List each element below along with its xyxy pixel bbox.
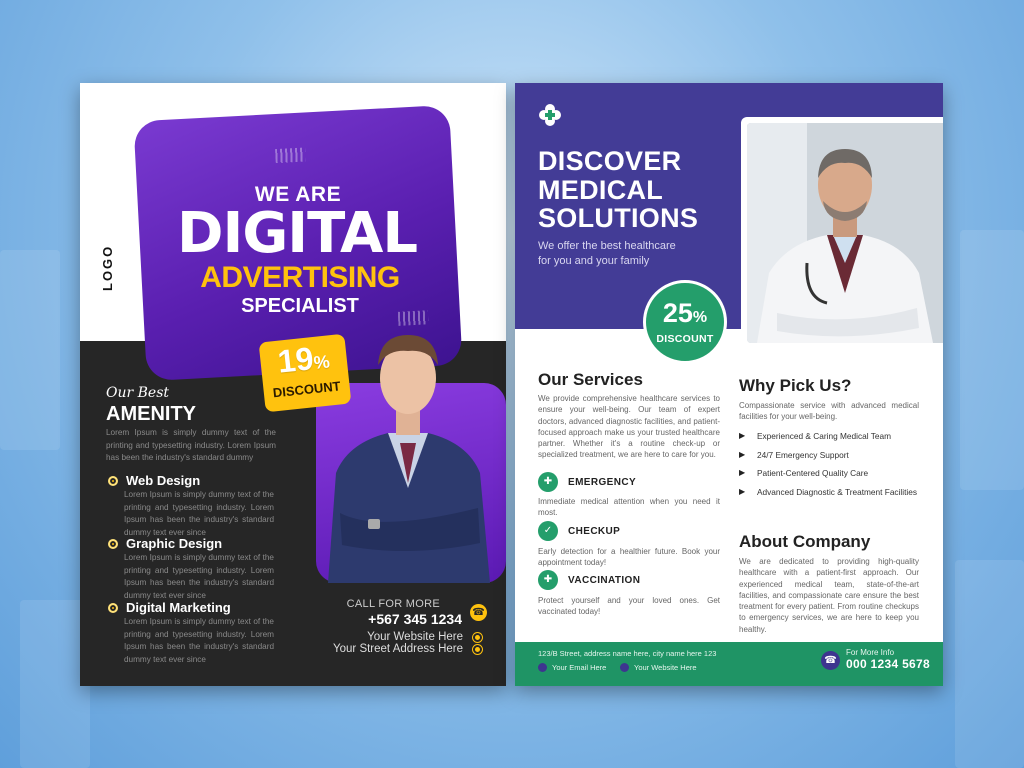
email-icon	[538, 663, 547, 672]
service-text: Lorem Ipsum is simply dummy text of the …	[124, 490, 274, 537]
service-label: CHECKUP	[568, 526, 621, 537]
service-digital-marketing: Digital Marketing	[108, 600, 231, 615]
section-title: AMENITY	[106, 403, 196, 425]
why-item: Advanced Diagnostic & Treatment Faciliti…	[739, 487, 925, 498]
email-text: Your Email Here	[538, 663, 606, 672]
service-text: Lorem Ipsum is simply dummy text of the …	[124, 553, 274, 600]
medical-subtitle: We offer the best healthcare for you and…	[538, 240, 676, 267]
service-text: Protect yourself and your loved ones. Ge…	[538, 596, 720, 617]
businessman-photo	[328, 335, 490, 583]
why-list: Experienced & Caring Medical Team 24/7 E…	[739, 431, 925, 503]
service-text: Early detection for a healthier future. …	[538, 547, 720, 568]
more-info-label: For More Info	[846, 648, 895, 657]
phone-number: 000 1234 5678	[846, 657, 930, 671]
bullet-icon	[108, 603, 118, 613]
why-item: 24/7 Emergency Support	[739, 450, 925, 461]
why-text: Compassionate service with advanced medi…	[739, 401, 919, 422]
doctor-photo	[747, 123, 943, 343]
medical-headline: DISCOVER MEDICAL SOLUTIONS	[538, 146, 699, 233]
section-script: Our Best	[106, 385, 170, 401]
address-bullet-icon	[473, 645, 482, 654]
service-graphic-design: Graphic Design	[108, 536, 222, 551]
discount-badge: 19% DISCOUNT	[258, 333, 352, 413]
discount-badge: 25% DISCOUNT	[643, 280, 727, 364]
globe-icon	[620, 663, 629, 672]
service-web-design: Web Design	[108, 473, 200, 488]
about-text: We are dedicated to providing high-quali…	[739, 557, 919, 634]
service-label: EMERGENCY	[568, 477, 637, 488]
phone-number: +567 345 1234	[368, 611, 462, 627]
syringe-icon: ✚	[538, 570, 558, 590]
services-title: Our Services	[538, 370, 643, 389]
bullet-icon	[108, 539, 118, 549]
why-item: Patient-Centered Quality Care	[739, 468, 925, 479]
section-text: Lorem Ipsum is simply dummy text of the …	[106, 428, 276, 462]
medical-cross-icon	[539, 104, 561, 126]
why-item: Experienced & Caring Medical Team	[739, 431, 925, 442]
phone-icon: ☎	[470, 604, 487, 621]
website-text: Your Website Here	[367, 631, 463, 643]
why-title: Why Pick Us?	[739, 376, 852, 395]
digital-advertising-flyer: LOGO WE ARE DIGITAL ADVERTISING SPECIALI…	[80, 83, 506, 686]
medical-flyer: DISCOVER MEDICAL SOLUTIONS We offer the …	[515, 83, 943, 686]
about-title: About Company	[739, 532, 871, 551]
headline-main: DIGITAL	[177, 201, 418, 266]
web-bullet-icon	[473, 633, 482, 642]
address-text: 123/B Street, address name here, city na…	[538, 649, 717, 658]
green-footer: 123/B Street, address name here, city na…	[515, 642, 943, 686]
stethoscope-icon: ✓	[538, 521, 558, 541]
ambulance-icon: ✚	[538, 472, 558, 492]
call-label: CALL FOR MORE	[346, 598, 440, 610]
phone-icon: ☎	[821, 651, 840, 670]
bullet-icon	[108, 476, 118, 486]
service-label: VACCINATION	[568, 575, 641, 586]
service-text: Immediate medical attention when you nee…	[538, 497, 720, 518]
address-text: Your Street Address Here	[333, 643, 463, 655]
website-text: Your Website Here	[620, 663, 697, 672]
services-text: We provide comprehensive healthcare serv…	[538, 394, 720, 460]
service-text: Lorem Ipsum is simply dummy text of the …	[124, 617, 274, 664]
